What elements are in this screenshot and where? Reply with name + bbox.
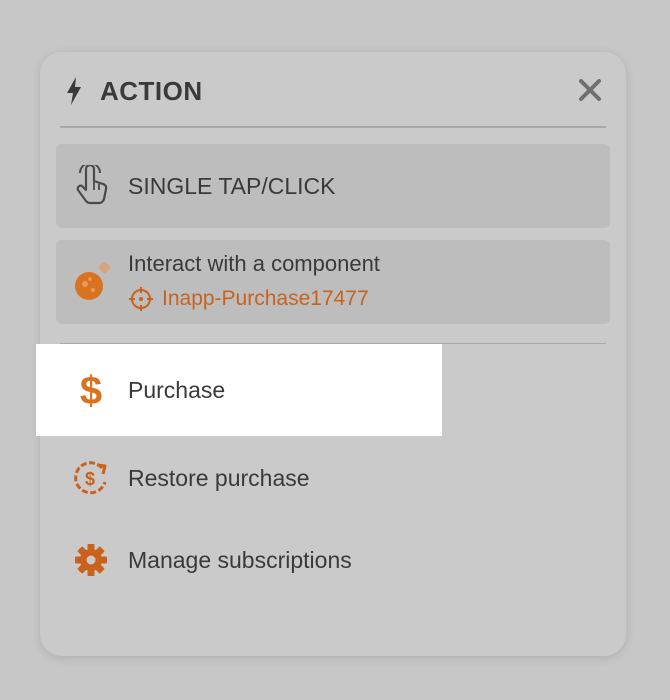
single-tap-label: SINGLE TAP/CLICK (128, 173, 336, 199)
component-thumbnail-icon (75, 262, 110, 300)
action-purchase[interactable]: $ Purchase (36, 344, 442, 436)
lightning-icon (67, 77, 81, 105)
gear-icon (75, 544, 107, 576)
restore-dollar-icon: $ (74, 461, 107, 495)
action-manage-subscriptions-label: Manage subscriptions (128, 547, 352, 573)
tap-gesture-icon (76, 165, 108, 205)
svg-text:$: $ (85, 469, 95, 489)
panel-title: ACTION (100, 76, 203, 106)
action-restore-purchase[interactable]: $ Restore purchase (40, 432, 446, 524)
action-restore-purchase-label: Restore purchase (128, 465, 310, 491)
action-purchase-label: Purchase (128, 377, 226, 403)
action-panel: ACTION SINGLE TAP/CLICK Interact with a … (36, 52, 626, 656)
target-component-label: Inapp-Purchase17477 (162, 287, 369, 310)
svg-text:$: $ (80, 370, 102, 410)
interact-component-label: Interact with a component (128, 251, 380, 276)
close-icon[interactable] (576, 76, 604, 104)
panel-header: ACTION (60, 72, 606, 128)
single-tap-option[interactable]: SINGLE TAP/CLICK (56, 144, 610, 228)
action-manage-subscriptions[interactable]: Manage subscriptions (40, 514, 446, 606)
interact-component-option[interactable]: Interact with a component Inapp-Purchase… (56, 240, 610, 324)
crosshair-target-icon (129, 287, 153, 311)
dollar-icon: $ (80, 370, 102, 410)
